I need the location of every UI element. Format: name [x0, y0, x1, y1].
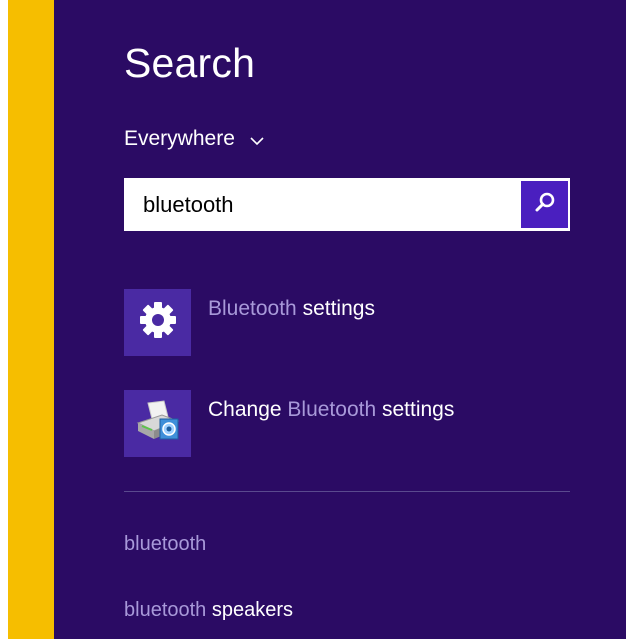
result-label-rest: settings [376, 398, 455, 421]
result-label: Change Bluetooth settings [208, 398, 454, 422]
gear-icon [138, 300, 178, 345]
search-input[interactable] [124, 178, 514, 231]
result-label-match: Bluetooth [208, 297, 297, 320]
accent-bar [8, 0, 54, 639]
search-pane: Search Everywhere bluetooth Bluetooth se… [54, 0, 626, 639]
search-charm-screen: Search Everywhere bluetooth Bluetooth se… [0, 0, 626, 639]
search-button[interactable] [521, 181, 568, 228]
result-bluetooth-settings[interactable]: Bluetooth settings [124, 289, 574, 359]
chevron-down-icon [249, 131, 265, 147]
control-panel-icon [134, 399, 182, 448]
search-scope-dropdown[interactable]: Everywhere [124, 124, 265, 154]
suggestion-item[interactable]: bluetooth speakers [124, 599, 293, 622]
suggestion-match: bluetooth [124, 599, 207, 621]
result-label-rest: settings [296, 297, 375, 320]
search-box [124, 178, 570, 231]
suggestion-rest: speakers [206, 599, 294, 621]
suggestion-item[interactable]: bluetooth [124, 533, 206, 556]
result-label-prefix: Change [208, 398, 288, 421]
page-title: Search [124, 40, 256, 86]
result-change-bluetooth-settings[interactable]: Change Bluetooth settings [124, 390, 574, 460]
left-edge [0, 0, 8, 639]
result-label-match: Bluetooth [287, 398, 377, 421]
result-tile [124, 390, 191, 457]
result-label: Bluetooth settings [208, 297, 375, 321]
suggestion-match: bluetooth [124, 533, 207, 555]
search-scope-label: Everywhere [124, 127, 235, 150]
magnifier-icon [533, 190, 557, 219]
result-tile [124, 289, 191, 356]
divider [124, 491, 570, 492]
